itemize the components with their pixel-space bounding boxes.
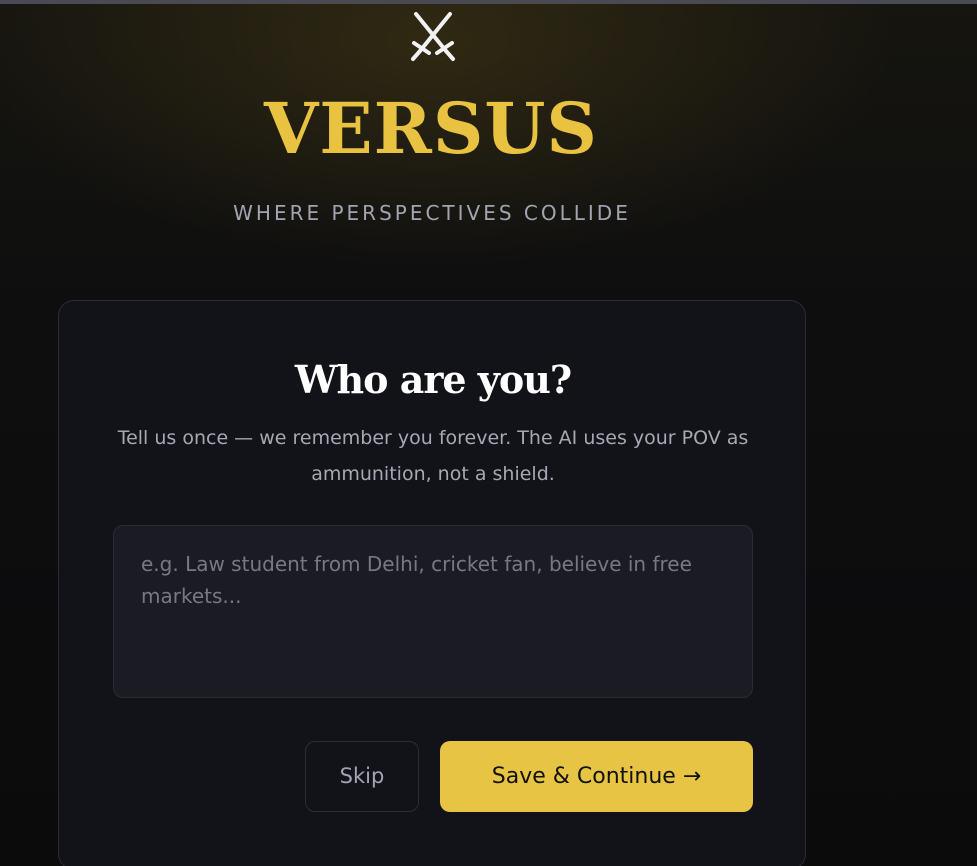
onboarding-description: Tell us once — we remember you forever. …	[117, 427, 749, 485]
skip-button[interactable]: Skip	[305, 741, 419, 812]
pov-input[interactable]	[113, 525, 753, 698]
brand-title: VERSUS	[264, 87, 598, 170]
brand-tagline: WHERE PERSPECTIVES COLLIDE	[233, 201, 631, 225]
crossed-swords-icon	[411, 12, 455, 61]
window-top-strip	[0, 0, 977, 4]
onboarding-heading: Who are you?	[294, 357, 572, 402]
save-continue-button[interactable]: Save & Continue →	[440, 741, 753, 812]
